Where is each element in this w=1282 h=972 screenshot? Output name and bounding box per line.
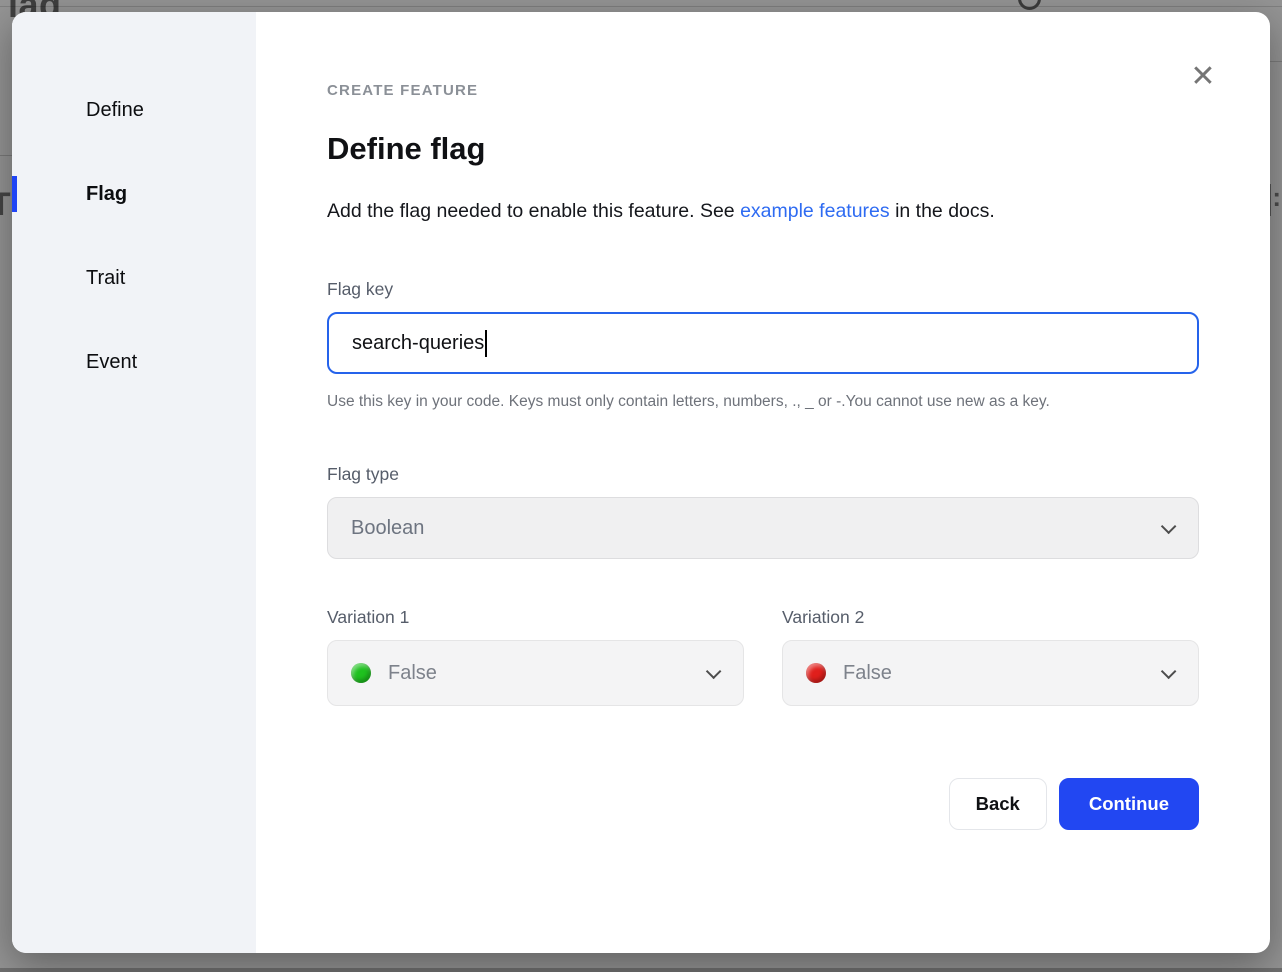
step-label: Trait [86,267,125,290]
red-dot-icon [806,663,826,683]
step-label: Event [86,351,137,374]
flag-type-select[interactable]: Boolean [327,497,1199,559]
step-define[interactable]: Define [12,68,256,152]
background-clipped-text-right: : [1272,182,1281,213]
flag-type-value: Boolean [351,517,1161,540]
continue-button[interactable]: Continue [1059,778,1199,830]
flag-key-input[interactable]: search-queries [327,312,1199,374]
variation-1: Variation 1 False [327,607,744,706]
text-cursor [485,330,487,357]
step-label: Flag [86,183,127,206]
background-divider-left [0,155,12,156]
variations-row: Variation 1 False Variation 2 False [327,607,1199,706]
step-flag[interactable]: Flag [12,152,256,236]
green-dot-icon [351,663,371,683]
variation-2: Variation 2 False [782,607,1199,706]
step-event[interactable]: Event [12,320,256,404]
flag-key-label: Flag key [327,279,1199,300]
step-label: Define [86,99,144,122]
modal-content: ✕ CREATE FEATURE Define flag Add the fla… [256,12,1270,953]
wizard-steps-sidebar: Define Flag Trait Event [12,12,256,953]
modal-eyebrow: CREATE FEATURE [327,82,1199,99]
variation-2-label: Variation 2 [782,607,1199,628]
description-text: in the docs. [890,200,995,222]
background-bottom-edge [0,968,1282,972]
background-divider-right [1270,61,1282,62]
modal-actions: Back Continue [327,778,1199,830]
active-step-indicator [12,176,17,212]
example-features-link[interactable]: example features [740,200,890,222]
chevron-down-icon [1161,663,1177,679]
create-feature-modal: Define Flag Trait Event ✕ CREATE FEATURE… [12,12,1270,953]
flag-key-help-text: Use this key in your code. Keys must onl… [327,390,1187,414]
variation-1-select[interactable]: False [327,640,744,706]
background-clipped-text-left: T [0,186,11,223]
variation-1-value: False [388,662,706,685]
variation-1-label: Variation 1 [327,607,744,628]
flag-key-value: search-queries [352,332,484,355]
step-trait[interactable]: Trait [12,236,256,320]
description-text: Add the flag needed to enable this featu… [327,200,740,222]
variation-2-value: False [843,662,1161,685]
variation-2-select[interactable]: False [782,640,1199,706]
chevron-down-icon [1161,518,1177,534]
background-header-divider [0,6,1282,7]
chevron-down-icon [706,663,722,679]
close-icon[interactable]: ✕ [1184,58,1222,96]
modal-description: Add the flag needed to enable this featu… [327,193,1147,229]
back-button[interactable]: Back [949,778,1047,830]
flag-type-label: Flag type [327,464,1199,485]
page-title: Define flag [327,131,1199,167]
search-icon [1018,0,1041,10]
